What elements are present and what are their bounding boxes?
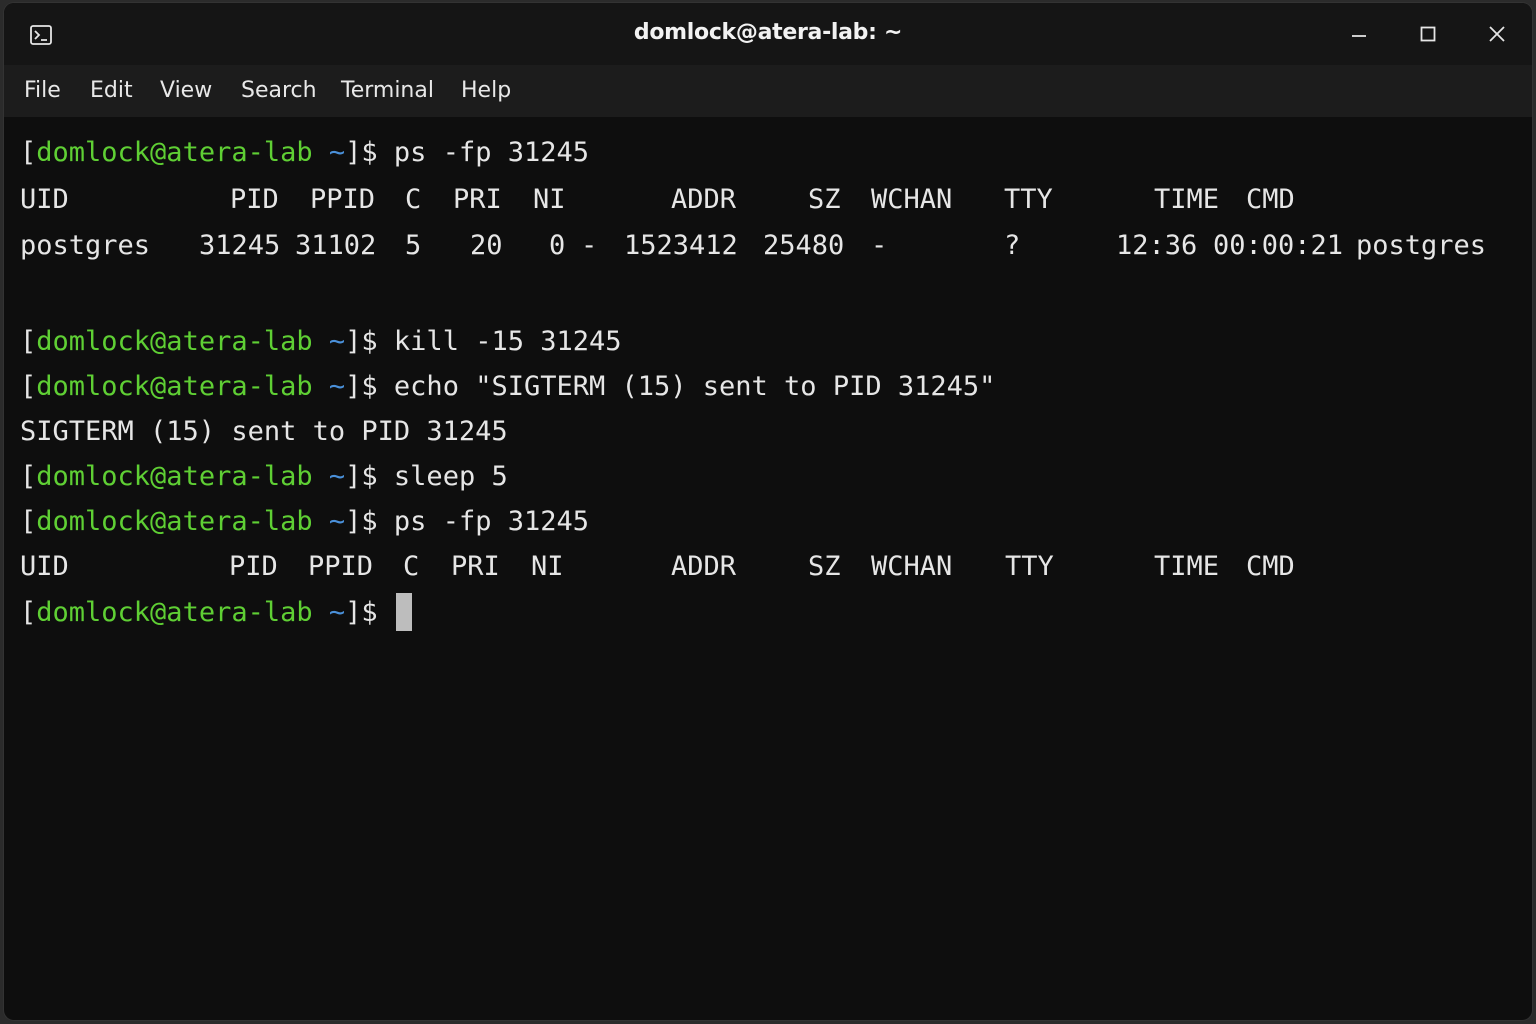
col-ppid: PPID [308,551,374,582]
cell-pid: 31245 [199,230,281,261]
minimize-button[interactable] [1344,19,1374,49]
col-pid: PID [229,551,278,582]
prompt-bracket: [ [20,461,37,492]
maximize-button[interactable] [1413,19,1443,49]
col-c: C [403,551,420,582]
cell-c: 5 [405,230,422,261]
ps-header-row: UID PID PPID C PRI NI ADDR SZ WCHAN TTY … [20,180,1520,220]
prompt-bracket: [ [20,597,37,628]
prompt-user-host: domlock@atera-lab [36,137,313,168]
cell-time: 00:00:21 [1213,230,1344,261]
command-text: echo "SIGTERM (15) sent to PID 31245" [393,371,996,402]
menu-bar: File Edit View Search Terminal Help [4,65,1532,117]
col-sz: SZ [808,184,841,215]
col-tty: TTY [1005,551,1054,582]
prompt-path: ~ [328,137,346,168]
cell-uid: postgres [20,230,151,261]
col-cmd: CMD [1246,184,1295,215]
prompt-bracket: [ [20,506,37,537]
command-line: [domlock@atera-lab ~]$ echo "SIGTERM (15… [20,367,995,407]
command-line: [domlock@atera-lab ~]$ ps -fp 31245 [20,133,589,173]
cell-ppid: 31102 [295,230,377,261]
col-addr: ADDR [671,551,737,582]
prompt-path: ~ [328,371,346,402]
command-text: sleep 5 [393,461,508,492]
prompt-user-host: domlock@atera-lab [36,371,313,402]
command-line: [domlock@atera-lab ~]$ kill -15 31245 [20,322,622,362]
active-prompt-line[interactable]: [domlock@atera-lab ~]$ [20,592,412,633]
col-pid: PID [230,184,279,215]
command-text: ps -fp 31245 [393,506,589,537]
col-wchan: WCHAN [871,184,953,215]
cell-sz: 25480 [763,230,845,261]
col-uid: UID [20,551,69,582]
prompt-bracket: [ [20,326,37,357]
command-text: kill -15 31245 [393,326,622,357]
echo-output: SIGTERM (15) sent to PID 31245 [20,416,508,447]
col-pri: PRI [453,184,502,215]
prompt-suffix: ]$ [345,137,378,168]
prompt-path: ~ [328,597,346,628]
menu-view[interactable]: View [158,78,214,103]
command-line: [domlock@atera-lab ~]$ ps -fp 31245 [20,502,589,542]
prompt-bracket: [ [20,371,37,402]
prompt-user-host: domlock@atera-lab [36,506,313,537]
prompt-suffix: ]$ [345,506,378,537]
prompt-path: ~ [328,326,346,357]
title-bar[interactable]: domlock@atera-lab: ~ [4,3,1532,65]
ps-process-row: postgres 31245 31102 5 20 0 - 1523412 25… [20,226,1520,266]
menu-terminal[interactable]: Terminal [339,78,436,103]
terminal-output[interactable]: [domlock@atera-lab ~]$ ps -fp 31245 UID … [20,129,1522,1010]
col-addr: ADDR [671,184,737,215]
menu-search[interactable]: Search [239,78,319,103]
cell-stime: 12:36 [1116,230,1198,261]
prompt-suffix: ]$ [345,597,378,628]
prompt-user-host: domlock@atera-lab [36,597,313,628]
prompt-user-host: domlock@atera-lab [36,326,313,357]
terminal-window: domlock@atera-lab: ~ File Edit View Sear… [4,3,1532,1020]
cell-cmd: postgres [1356,230,1487,261]
text-cursor [395,592,412,631]
cell-wchan: - [871,230,888,261]
menu-file[interactable]: File [22,78,63,103]
ps-header-row: UID PID PPID C PRI NI ADDR SZ WCHAN TTY … [20,547,1520,587]
col-time: TIME [1154,551,1220,582]
cell-tty: ? [1004,230,1021,261]
col-cmd: CMD [1246,551,1295,582]
menu-help[interactable]: Help [459,78,513,103]
col-pri: PRI [451,551,500,582]
window-title: domlock@atera-lab: ~ [633,20,903,45]
col-time: TIME [1154,184,1220,215]
cell-dash: - [581,230,598,261]
cell-pri: 20 [470,230,503,261]
col-wchan: WCHAN [871,551,953,582]
command-text: ps -fp 31245 [393,137,589,168]
prompt-path: ~ [328,461,346,492]
prompt-suffix: ]$ [345,371,378,402]
col-uid: UID [20,184,69,215]
col-sz: SZ [808,551,841,582]
col-c: C [405,184,422,215]
cell-ni: 0 [549,230,566,261]
cell-addr: 1523412 [624,230,738,261]
command-line: [domlock@atera-lab ~]$ sleep 5 [20,457,508,497]
prompt-path: ~ [328,506,346,537]
prompt-suffix: ]$ [345,461,378,492]
col-ppid: PPID [310,184,376,215]
prompt-bracket: [ [20,137,37,168]
prompt-suffix: ]$ [345,326,378,357]
col-ni: NI [531,551,564,582]
close-button[interactable] [1482,19,1512,49]
col-tty: TTY [1004,184,1053,215]
prompt-user-host: domlock@atera-lab [36,461,313,492]
menu-edit[interactable]: Edit [88,78,135,103]
col-ni: NI [533,184,566,215]
